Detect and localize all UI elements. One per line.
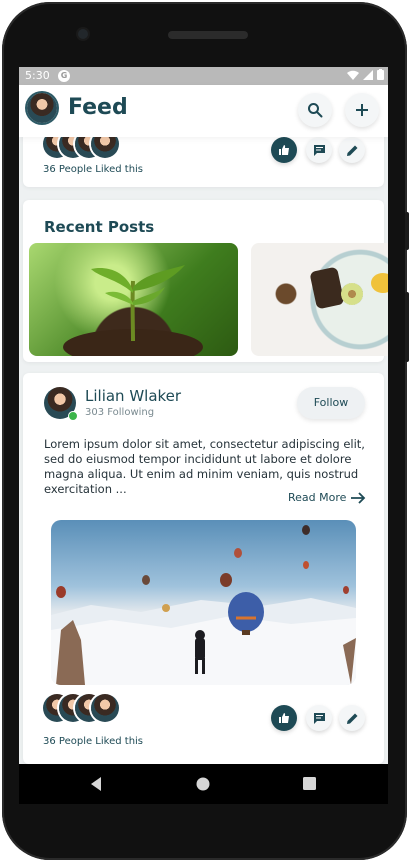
edit-button[interactable]: [339, 137, 365, 163]
avocado: [341, 283, 363, 305]
status-time: 5:30: [25, 69, 50, 82]
battery-icon: [377, 69, 384, 80]
read-more-link[interactable]: Read More: [288, 491, 366, 504]
edit-button[interactable]: [339, 705, 365, 731]
thumbs-up-icon: [279, 713, 289, 723]
thumbs-up-icon: [279, 145, 289, 155]
author-following: 303 Following: [85, 407, 155, 418]
screen: 5:30 G Feed 36 People Liked this Recent …: [19, 67, 388, 764]
comment-button[interactable]: [306, 137, 332, 163]
search-icon: [308, 103, 323, 118]
top-app-bar: Feed: [19, 85, 388, 137]
notification-icon: G: [58, 70, 70, 82]
signal-icon: [363, 69, 373, 80]
avatar: [91, 694, 119, 722]
plus-icon: [356, 104, 368, 116]
liker-avatars: [43, 694, 119, 722]
comment-icon: [313, 144, 325, 156]
status-bar: 5:30 G: [19, 67, 388, 85]
follow-button[interactable]: Follow: [297, 387, 365, 419]
earpiece: [168, 31, 248, 39]
power-button: [405, 212, 409, 250]
search-button[interactable]: [298, 93, 332, 127]
likes-count: 36 People Liked this: [43, 164, 144, 175]
system-nav-bar: [19, 764, 388, 804]
wifi-icon: [347, 70, 359, 80]
profile-avatar[interactable]: [27, 93, 57, 123]
recent-posts-card: Recent Posts: [23, 200, 388, 362]
plant-illustration: [63, 265, 203, 356]
recent-post-image-food[interactable]: [251, 243, 388, 356]
author-name[interactable]: Lilian Wlaker: [85, 387, 181, 405]
balloon-landscape: [51, 525, 356, 685]
likes-count: 36 People Liked this: [43, 736, 144, 747]
toast: [309, 266, 345, 310]
volume-button: [405, 292, 409, 362]
arrow-right-icon: [351, 491, 366, 504]
add-post-button[interactable]: [345, 93, 379, 127]
section-title: Recent Posts: [44, 218, 155, 236]
like-button[interactable]: [271, 705, 297, 731]
read-more-label: Read More: [288, 491, 347, 504]
post-body: Lorem ipsum dolor sit amet, consectetur …: [44, 437, 365, 496]
front-camera: [78, 29, 88, 39]
post-image[interactable]: [51, 520, 356, 685]
home-icon[interactable]: [196, 777, 210, 791]
like-button[interactable]: [271, 137, 297, 163]
page-title: Feed: [68, 95, 128, 120]
comment-button[interactable]: [306, 705, 332, 731]
status-icons: [347, 69, 384, 80]
post-card: Lilian Wlaker 303 Following Follow Lorem…: [23, 373, 384, 764]
egg: [371, 273, 388, 293]
recent-post-image-plant[interactable]: [29, 243, 238, 356]
recents-icon[interactable]: [303, 777, 316, 790]
edit-icon: [346, 713, 357, 724]
back-icon[interactable]: [89, 776, 103, 792]
comment-icon: [313, 712, 325, 724]
online-indicator: [68, 411, 78, 421]
edit-icon: [346, 145, 357, 156]
